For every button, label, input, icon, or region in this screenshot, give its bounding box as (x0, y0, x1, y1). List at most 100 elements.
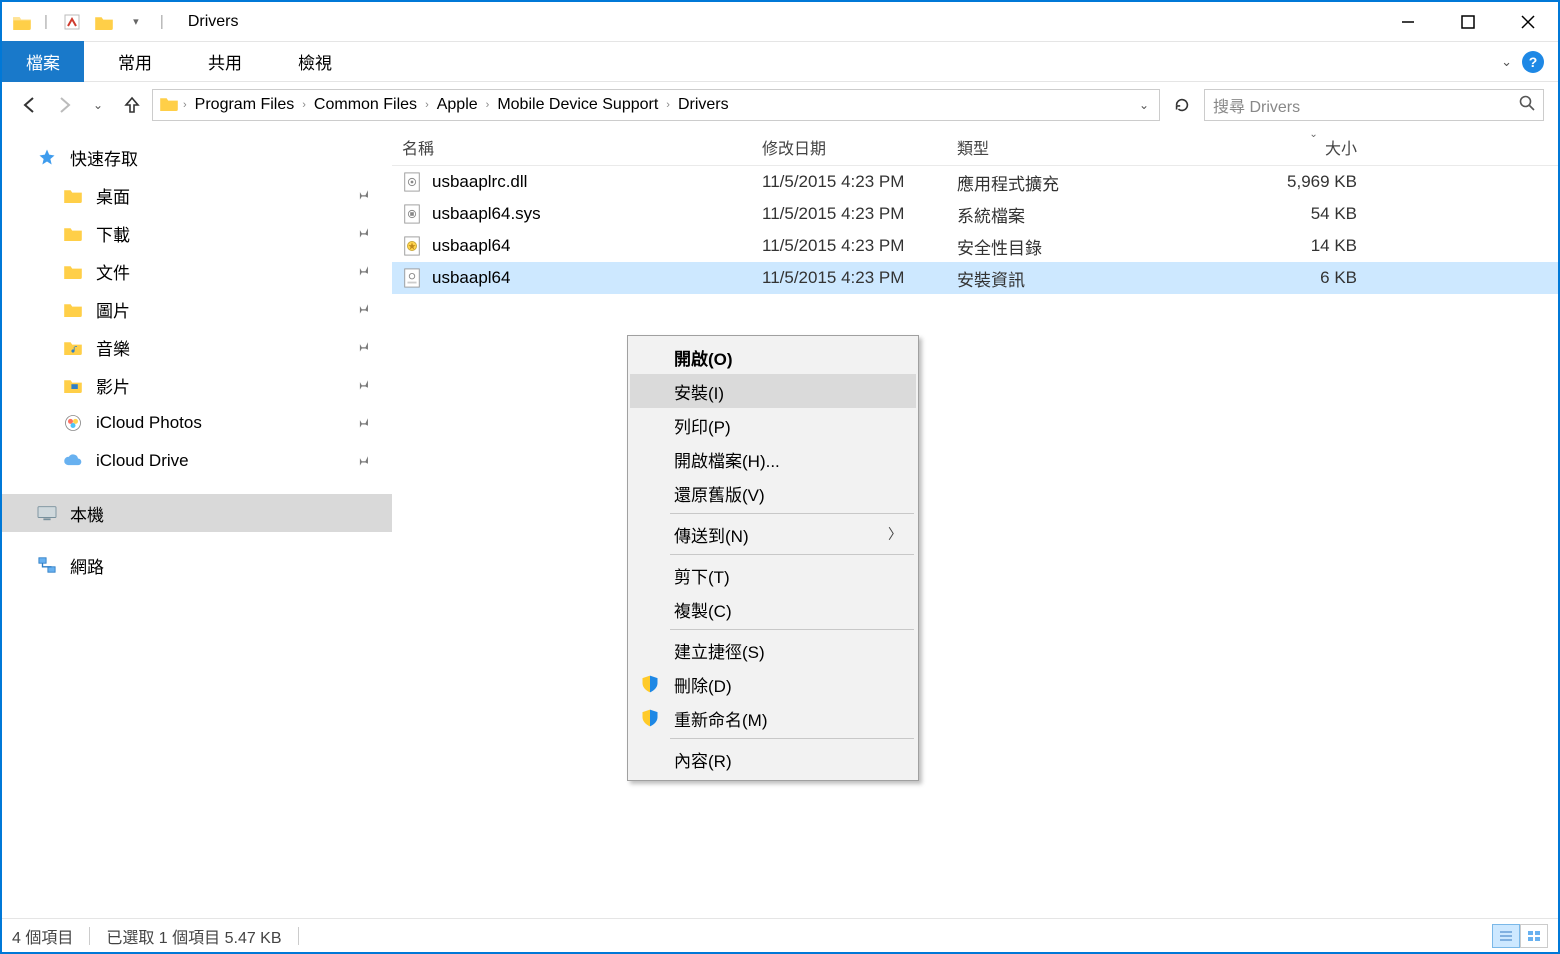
context-menu-item-label: 剪下(T) (674, 563, 730, 588)
crumb-common-files[interactable]: Common Files (310, 96, 421, 114)
context-menu-item[interactable]: 還原舊版(V) (630, 476, 916, 510)
context-menu-item-label: 傳送到(N) (674, 522, 749, 547)
ribbon-tab-home[interactable]: 常用 (90, 41, 180, 82)
help-icon[interactable]: ? (1522, 51, 1544, 73)
file-row[interactable]: usbaaplrc.dll11/5/2015 4:23 PM應用程式擴充5,96… (392, 166, 1558, 198)
sidebar-item-icon (62, 374, 84, 396)
sidebar-item[interactable]: 桌面 (2, 176, 392, 214)
sidebar-this-pc[interactable]: 本機 (2, 494, 392, 532)
context-menu-item[interactable]: 傳送到(N)〉 (630, 517, 916, 551)
thumbnails-view-button[interactable] (1520, 924, 1548, 948)
file-row[interactable]: usbaapl6411/5/2015 4:23 PM安裝資訊6 KB (392, 262, 1558, 294)
column-header-date[interactable]: 修改日期 (762, 135, 957, 159)
status-bar: 4 個項目 已選取 1 個項目 5.47 KB (2, 918, 1558, 952)
sidebar-item-label: 文件 (96, 259, 130, 284)
ribbon-tab-share[interactable]: 共用 (180, 41, 270, 82)
qat-dropdown-icon[interactable]: ▾ (124, 10, 148, 34)
chevron-right-icon[interactable]: › (302, 99, 306, 111)
file-date-cell: 11/5/2015 4:23 PM (762, 172, 957, 192)
chevron-right-icon[interactable]: › (666, 99, 670, 111)
context-menu-item[interactable]: 開啟檔案(H)... (630, 442, 916, 476)
crumb-mds[interactable]: Mobile Device Support (493, 96, 662, 114)
sidebar-item[interactable]: iCloud Drive (2, 442, 392, 480)
context-menu-item-label: 重新命名(M) (674, 706, 767, 731)
view-mode-buttons (1492, 924, 1548, 948)
maximize-button[interactable] (1438, 2, 1498, 42)
sidebar-item-label: iCloud Photos (96, 413, 202, 433)
file-name: usbaapl64 (432, 268, 510, 288)
sidebar-item[interactable]: iCloud Photos (2, 404, 392, 442)
column-header-name[interactable]: 名稱 (392, 135, 762, 159)
search-icon[interactable] (1519, 95, 1535, 116)
chevron-right-icon[interactable]: › (486, 99, 490, 111)
file-type-cell: 安裝資訊 (957, 266, 1247, 291)
context-menu-item[interactable]: 列印(P) (630, 408, 916, 442)
ribbon-tab-view[interactable]: 檢視 (270, 41, 360, 82)
context-menu-item[interactable]: 內容(R) (630, 742, 916, 776)
up-button[interactable] (118, 91, 146, 119)
forward-button[interactable] (50, 91, 78, 119)
sidebar-quick-access[interactable]: 快速存取 (2, 138, 392, 176)
file-size-cell: 6 KB (1247, 268, 1377, 288)
back-button[interactable] (16, 91, 44, 119)
crumb-program-files[interactable]: Program Files (191, 96, 299, 114)
window-title: Drivers (188, 13, 239, 31)
close-button[interactable] (1498, 2, 1558, 42)
column-header-type[interactable]: 類型 (957, 135, 1247, 159)
sidebar-item-icon (62, 336, 84, 358)
context-menu-item-label: 複製(C) (674, 597, 732, 622)
sidebar-item-icon (62, 222, 84, 244)
crumb-apple[interactable]: Apple (433, 96, 482, 114)
qat-folder-icon[interactable] (92, 10, 116, 34)
context-menu-item[interactable]: 建立捷徑(S) (630, 633, 916, 667)
sidebar-item-label: 快速存取 (70, 145, 138, 170)
context-menu-item-label: 刪除(D) (674, 672, 732, 697)
context-menu-item-label: 安裝(I) (674, 379, 724, 404)
search-input[interactable]: 搜尋 Drivers (1204, 89, 1544, 121)
crumb-drivers[interactable]: Drivers (674, 96, 733, 114)
file-type-cell: 應用程式擴充 (957, 170, 1247, 195)
pin-icon (356, 301, 370, 318)
context-menu-item[interactable]: 刪除(D) (630, 667, 916, 701)
file-row[interactable]: usbaapl64.sys11/5/2015 4:23 PM系統檔案54 KB (392, 198, 1558, 230)
details-view-button[interactable] (1492, 924, 1520, 948)
sidebar-item[interactable]: 圖片 (2, 290, 392, 328)
breadcrumb-root-icon[interactable] (159, 95, 179, 116)
sidebar-item[interactable]: 下載 (2, 214, 392, 252)
chevron-right-icon[interactable]: › (183, 99, 187, 111)
sidebar-network[interactable]: 網路 (2, 546, 392, 584)
sidebar-item[interactable]: 文件 (2, 252, 392, 290)
breadcrumb[interactable]: › Program Files › Common Files › Apple ›… (152, 89, 1160, 121)
navigation-pane: 快速存取 桌面下載文件圖片音樂影片 iCloud Photos iCloud Dri… (2, 128, 392, 918)
pin-icon (356, 415, 370, 432)
folder-window-icon (12, 12, 32, 32)
minimize-button[interactable] (1378, 2, 1438, 42)
qat-properties-icon[interactable] (60, 10, 84, 34)
sidebar-item[interactable]: 影片 (2, 366, 392, 404)
file-row[interactable]: usbaapl6411/5/2015 4:23 PM安全性目錄14 KB (392, 230, 1558, 262)
context-menu-item[interactable]: 重新命名(M) (630, 701, 916, 735)
column-header-size[interactable]: ⌄大小 (1247, 135, 1377, 159)
file-icon (402, 236, 422, 256)
status-selection: 已選取 1 個項目 5.47 KB (106, 924, 281, 948)
ribbon-expand-icon[interactable]: ⌄ (1501, 54, 1512, 70)
file-name-cell: usbaapl64 (392, 268, 762, 288)
file-size-cell: 14 KB (1247, 236, 1377, 256)
context-menu-item[interactable]: 複製(C) (630, 592, 916, 626)
sidebar-item-icon (62, 184, 84, 206)
address-dropdown-icon[interactable]: ⌄ (1139, 98, 1149, 112)
context-menu-item[interactable]: 開啟(O) (630, 340, 916, 374)
context-menu-item[interactable]: 剪下(T) (630, 558, 916, 592)
sidebar-item-label: 桌面 (96, 183, 130, 208)
context-menu-item-label: 開啟(O) (674, 345, 733, 370)
file-size-cell: 5,969 KB (1247, 172, 1377, 192)
recent-dropdown-icon[interactable]: ⌄ (84, 91, 112, 119)
refresh-button[interactable] (1166, 89, 1198, 121)
ribbon-tab-file[interactable]: 檔案 (2, 41, 84, 82)
ribbon-right: ⌄ ? (1501, 51, 1544, 73)
sidebar-item-icon (62, 450, 84, 472)
chevron-right-icon[interactable]: › (425, 99, 429, 111)
context-menu-item[interactable]: 安裝(I) (630, 374, 916, 408)
context-menu-separator (670, 513, 914, 514)
sidebar-item[interactable]: 音樂 (2, 328, 392, 366)
